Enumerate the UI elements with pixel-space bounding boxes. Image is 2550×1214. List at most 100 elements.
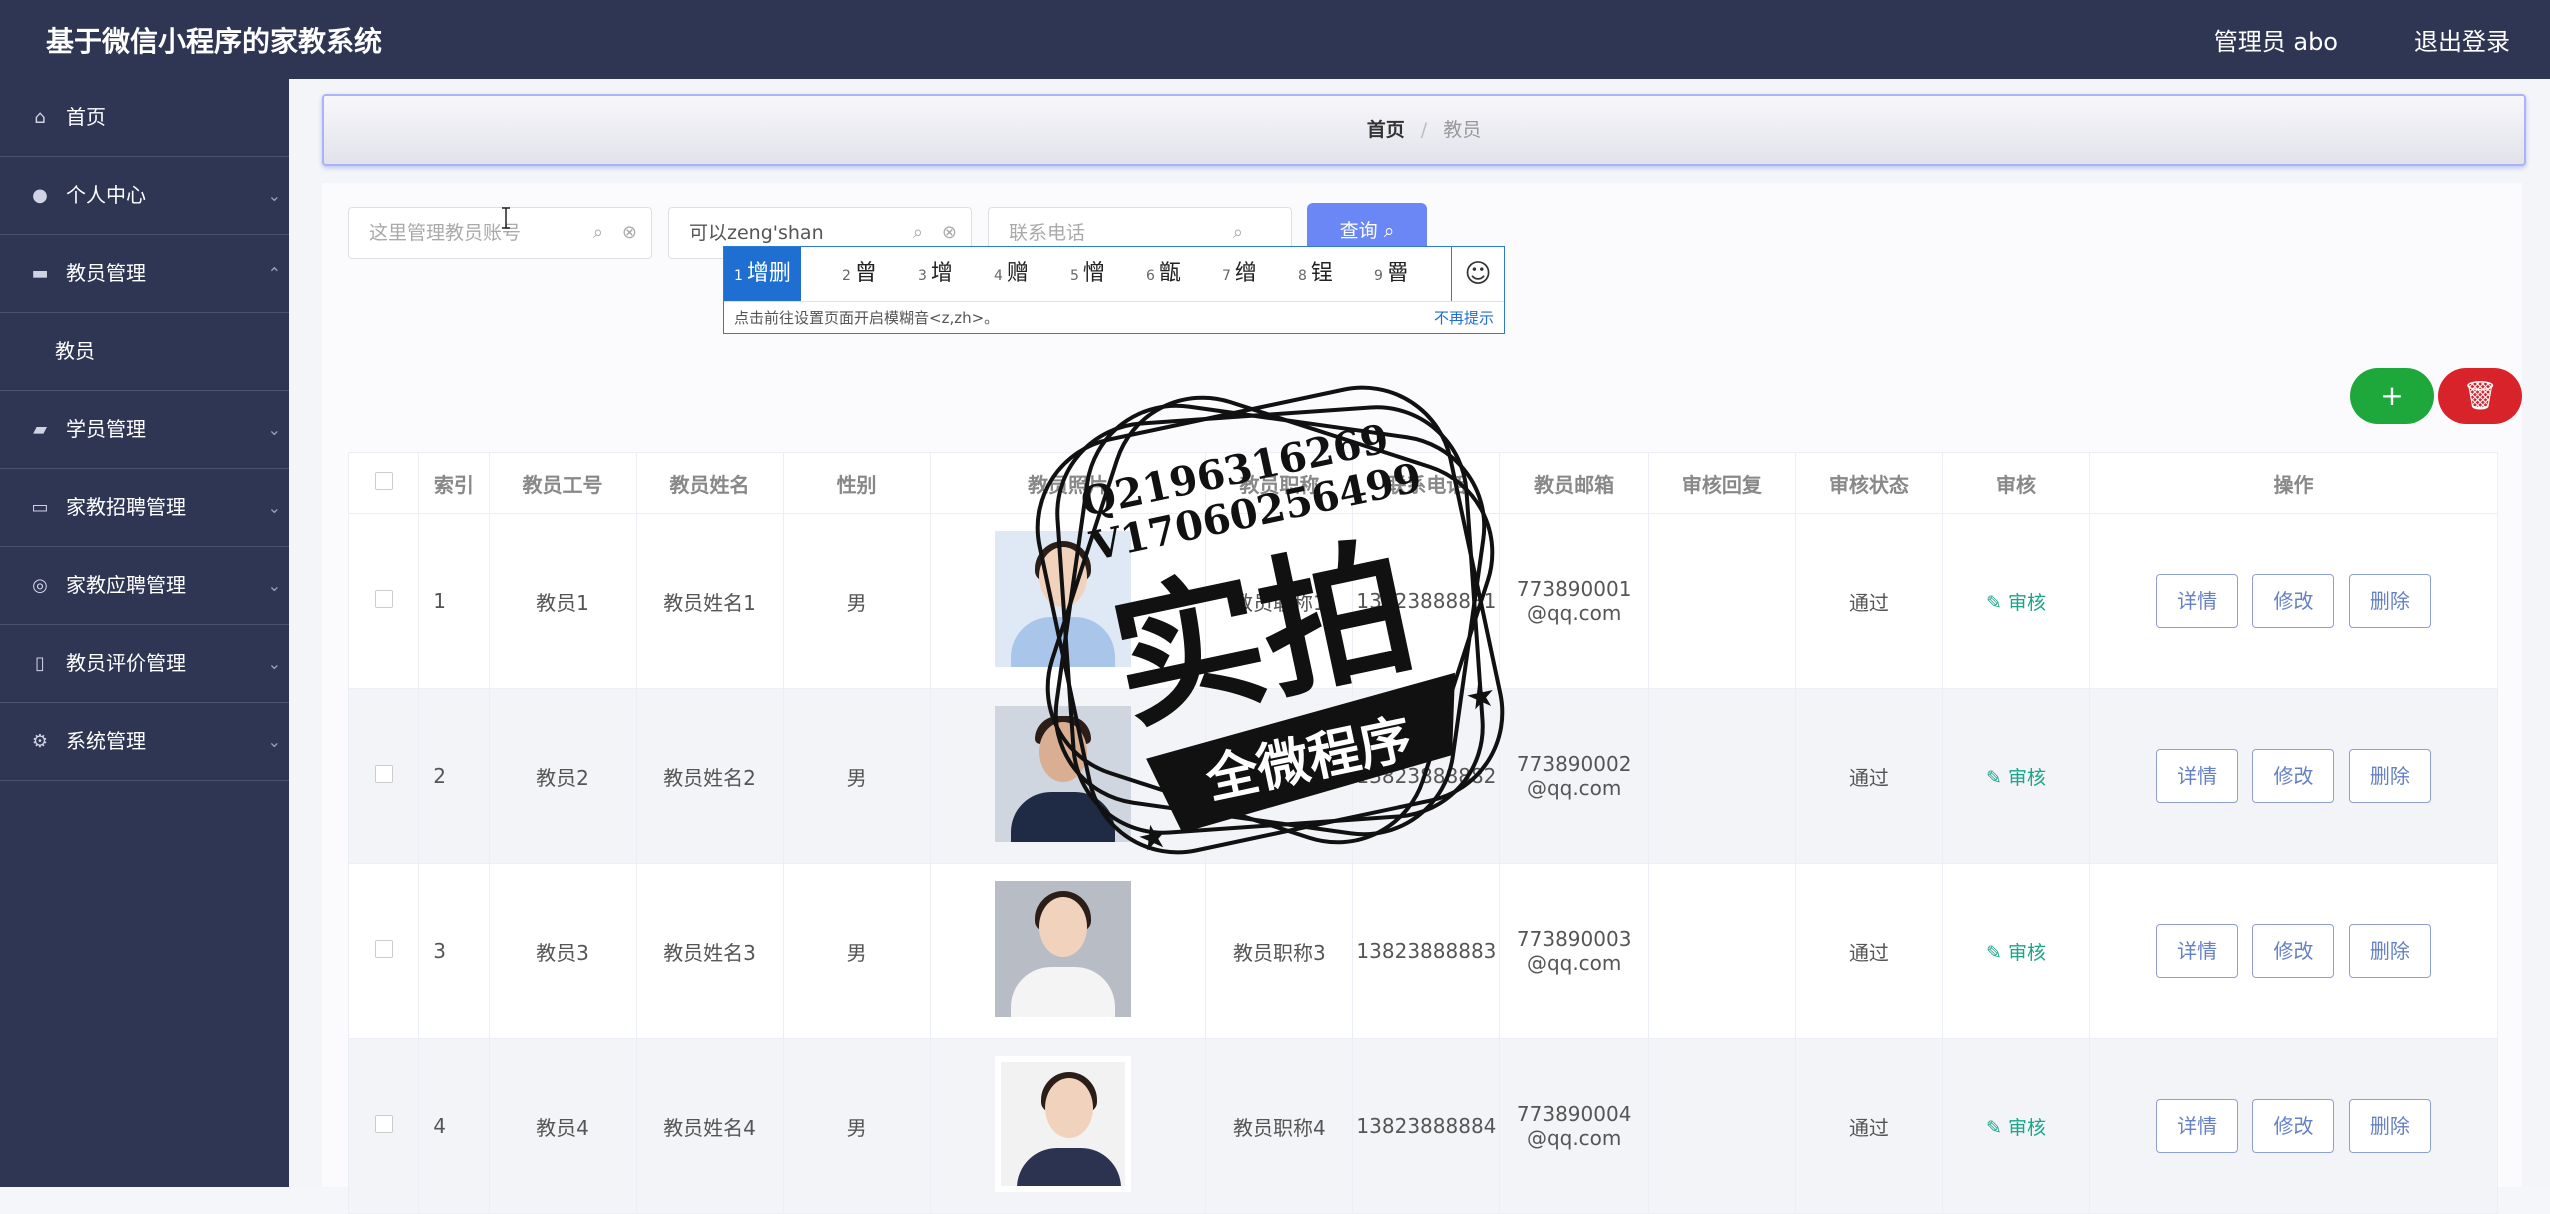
ime-candidate[interactable]: 2曾 (842, 247, 877, 301)
audit-label: 审核 (2007, 591, 2046, 614)
ime-candidate[interactable]: 4赠 (994, 247, 1029, 301)
detail-button[interactable]: 详情 (2156, 924, 2239, 978)
batch-delete-button[interactable]: 🗑 (2438, 368, 2522, 424)
query-label: 查询 (1339, 220, 1378, 242)
ime-candidate[interactable]: 1 增删 (724, 247, 801, 301)
chevron-down-icon: ⌄ (267, 186, 281, 205)
photo-body (1010, 616, 1115, 667)
ime-dismiss-link[interactable]: 不再提示 (1434, 302, 1494, 334)
ime-candidate-window: 1 增删 2曾 3增 4赠 5憎 6甑 7缯 8锃 9罾 ☺ 点击前往设置页面开启… (723, 246, 1505, 334)
ime-candidate[interactable]: 7缯 (1222, 247, 1257, 301)
briefcase-icon: ▬ (31, 263, 49, 284)
text-cursor-icon (502, 207, 510, 229)
cell-audit: ✎ 审核 (1941, 1038, 2090, 1214)
cell-teacher-no: 教员1 (488, 513, 637, 689)
ime-candidate[interactable]: 8锃 (1298, 247, 1333, 301)
ime-candidate[interactable]: 6甑 (1146, 247, 1181, 301)
ime-candidate[interactable]: 5憎 (1070, 247, 1105, 301)
delete-button[interactable]: 删除 (2348, 924, 2431, 978)
detail-button[interactable]: 详情 (2156, 574, 2239, 628)
edit-button[interactable]: 修改 (2252, 574, 2335, 628)
sidebar-item-evaluation-management[interactable]: ▯ 教员评价管理 ⌄ (0, 625, 289, 703)
logout-button[interactable]: 退出登录 (2414, 22, 2510, 57)
breadcrumb-home[interactable]: 首页 (1367, 119, 1405, 141)
breadcrumb-separator: / (1420, 119, 1428, 141)
account-search-input[interactable]: 这里管理教员账号 ⌕ ⊗ (348, 207, 652, 259)
audit-label: 审核 (2007, 1116, 2046, 1139)
delete-button[interactable]: 删除 (2348, 749, 2431, 803)
delete-button[interactable]: 删除 (2348, 574, 2431, 628)
cell-phone: 13823888883 (1352, 863, 1501, 1039)
audit-link[interactable]: ✎ 审核 (1986, 592, 2046, 614)
row-checkbox[interactable] (374, 940, 393, 958)
edit-button[interactable]: 修改 (2252, 1099, 2335, 1153)
breadcrumb-current: 教员 (1443, 119, 1482, 141)
photo-face (1038, 546, 1087, 607)
sidebar: ⌂ 首页 ● 个人中心 ⌄ ▬ 教员管理 ⌃ 教员 ▰ 学员管理 ⌄ ▭ 家教招… (0, 79, 289, 1187)
cell-audit: ✎ 审核 (1941, 513, 2090, 689)
cell-email: 773890004 @qq.com (1499, 1038, 1649, 1214)
audit-link[interactable]: ✎ 审核 (1986, 1117, 2046, 1139)
ime-hint-text[interactable]: 点击前往设置页面开启模糊音<z,zh>。 (734, 302, 999, 334)
row-checkbox[interactable] (374, 1115, 393, 1133)
email-line1: 773890004 (1516, 1102, 1632, 1126)
row-checkbox[interactable] (374, 765, 393, 783)
audit-link[interactable]: ✎ 审核 (1986, 767, 2046, 789)
sidebar-item-home[interactable]: ⌂ 首页 (0, 79, 289, 157)
add-button[interactable]: + (2350, 368, 2434, 424)
select-all-checkbox[interactable] (374, 472, 393, 490)
email-line2: @qq.com (1526, 601, 1622, 625)
trash-icon: 🗑 (2462, 379, 2498, 412)
cell-photo (929, 1038, 1207, 1214)
row-select-cell (347, 1038, 420, 1214)
cell-email: 773890001 @qq.com (1499, 513, 1649, 689)
app-title: 基于微信小程序的家教系统 (46, 25, 383, 58)
edit-icon: ✎ (1985, 766, 2008, 789)
clear-icon[interactable]: ⊗ (622, 208, 637, 258)
sidebar-item-label: 首页 (66, 105, 106, 129)
audit-link[interactable]: ✎ 审核 (1986, 942, 2046, 964)
cell-gender: 男 (782, 1038, 931, 1214)
sidebar-item-student-management[interactable]: ▰ 学员管理 ⌄ (0, 391, 289, 469)
col-header: 审核回复 (1647, 452, 1796, 514)
teacher-photo[interactable] (994, 530, 1131, 667)
edit-button[interactable]: 修改 (2252, 924, 2335, 978)
settings-icon: ⚙ (31, 731, 49, 752)
detail-button[interactable]: 详情 (2156, 749, 2239, 803)
chevron-down-icon: ⌄ (267, 498, 281, 517)
sidebar-item-system-management[interactable]: ⚙ 系统管理 ⌄ (0, 703, 289, 781)
sidebar-item-personal-center[interactable]: ● 个人中心 ⌄ (0, 157, 289, 235)
cell-actions: 详情 修改 删除 (2088, 688, 2499, 864)
email-line1: 773890001 (1516, 577, 1632, 601)
cell-actions: 详情 修改 删除 (2088, 513, 2499, 689)
cell-actions: 详情 修改 删除 (2088, 863, 2499, 1039)
teacher-photo[interactable] (994, 705, 1131, 842)
ime-candidate-number: 7 (1222, 268, 1231, 284)
sidebar-item-teacher-management[interactable]: ▬ 教员管理 ⌃ (0, 235, 289, 313)
col-header: 索引 (418, 452, 490, 514)
ime-candidate[interactable]: 9罾 (1374, 247, 1409, 301)
edit-button[interactable]: 修改 (2252, 749, 2335, 803)
sidebar-subitem-teacher[interactable]: 教员 (0, 313, 289, 391)
row-select-cell (347, 863, 420, 1039)
emoji-icon[interactable]: ☺ (1451, 247, 1504, 301)
email-line1: 773890003 (1516, 927, 1632, 951)
sidebar-item-recruitment-management[interactable]: ▭ 家教招聘管理 ⌄ (0, 469, 289, 547)
phone-placeholder: 联系电话 (1009, 222, 1086, 244)
cell-gender: 男 (782, 688, 931, 864)
ime-candidate-text: 锃 (1310, 261, 1333, 286)
teacher-photo[interactable] (994, 880, 1131, 1017)
ime-candidate[interactable]: 3增 (918, 247, 953, 301)
col-header: 审核状态 (1794, 452, 1943, 514)
mobile-icon: ▯ (35, 653, 45, 674)
cell-email: 773890003 @qq.com (1499, 863, 1649, 1039)
detail-button[interactable]: 详情 (2156, 1099, 2239, 1153)
cell-teacher-no: 教员4 (488, 1038, 637, 1214)
cell-email: 773890002 @qq.com (1499, 688, 1649, 864)
row-checkbox[interactable] (374, 590, 393, 608)
ime-candidate-text: 曾 (854, 261, 877, 286)
teacher-photo[interactable] (994, 1055, 1131, 1192)
cell-audit: ✎ 审核 (1941, 688, 2090, 864)
sidebar-item-application-management[interactable]: ◎ 家教应聘管理 ⌄ (0, 547, 289, 625)
delete-button[interactable]: 删除 (2348, 1099, 2431, 1153)
